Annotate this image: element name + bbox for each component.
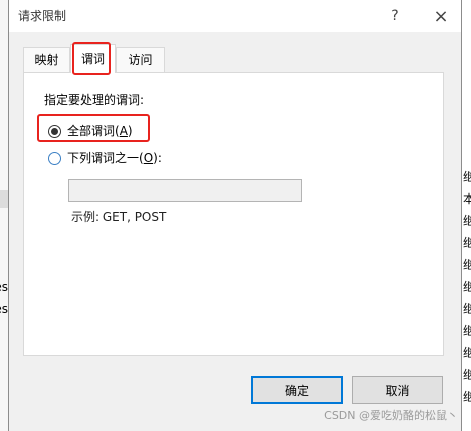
close-button[interactable]: ×	[427, 0, 455, 32]
verbs-tab-panel: 指定要处理的谓词: 全部谓词(A) 下列谓词之一(O): 示例: GET, PO…	[23, 72, 444, 356]
background-list-item: es	[0, 302, 8, 316]
dialog-title: 请求限制	[18, 9, 67, 23]
close-icon: ×	[433, 5, 449, 27]
radio-listed-verbs-option[interactable]: 下列谓词之一(O):	[48, 148, 162, 168]
background-selected-row	[0, 190, 9, 208]
background-entry-type: 继承	[463, 302, 471, 316]
background-entry-type: 继承	[463, 258, 471, 272]
help-button[interactable]: ?	[381, 0, 409, 32]
help-icon: ?	[391, 8, 399, 24]
radio-all-verbs-option[interactable]: 全部谓词(A)	[48, 121, 133, 141]
background-list-item: es	[0, 280, 8, 294]
background-entry-type: 继承	[463, 346, 471, 360]
radio-listed-verbs[interactable]	[48, 151, 61, 165]
title-bar[interactable]: 请求限制 ? ×	[9, 0, 461, 32]
verbs-heading: 指定要处理的谓词:	[44, 93, 145, 107]
background-entry-type: 继承	[463, 368, 471, 382]
background-entry-type: 继承	[463, 390, 471, 404]
background-entry-type: 继承	[463, 324, 471, 338]
background-entry-type: 继承	[463, 214, 471, 228]
request-restrictions-dialog: 请求限制 ? × 映射 谓词 访问 指定要处理的谓词: 全部谓词(A) 下列谓词…	[9, 0, 461, 431]
verbs-example-text: 示例: GET, POST	[71, 210, 167, 224]
background-window-right-edge: 继承 本地 继承 继承 继承 继承 继承 继承 继承 继承 继承	[461, 0, 471, 431]
ok-button[interactable]: 确定	[251, 376, 343, 404]
background-entry-type: 继承	[463, 236, 471, 250]
background-entry-type: 继承	[463, 280, 471, 294]
radio-all-verbs-label: 全部谓词(A)	[67, 124, 133, 138]
radio-listed-verbs-label: 下列谓词之一(O):	[67, 151, 162, 165]
watermark: CSDN @爱吃奶酪的松鼠丶	[324, 409, 458, 422]
radio-all-verbs[interactable]	[48, 124, 61, 138]
cancel-button[interactable]: 取消	[352, 376, 443, 404]
background-entry-type: 继承	[463, 170, 471, 184]
background-window-left-edge: es es	[0, 0, 9, 431]
tab-access[interactable]: 访问	[116, 47, 165, 72]
tab-verbs[interactable]: 谓词	[70, 44, 116, 73]
background-entry-type: 本地	[463, 192, 471, 206]
verb-list-input[interactable]	[68, 179, 302, 202]
tab-mapping[interactable]: 映射	[23, 47, 70, 72]
